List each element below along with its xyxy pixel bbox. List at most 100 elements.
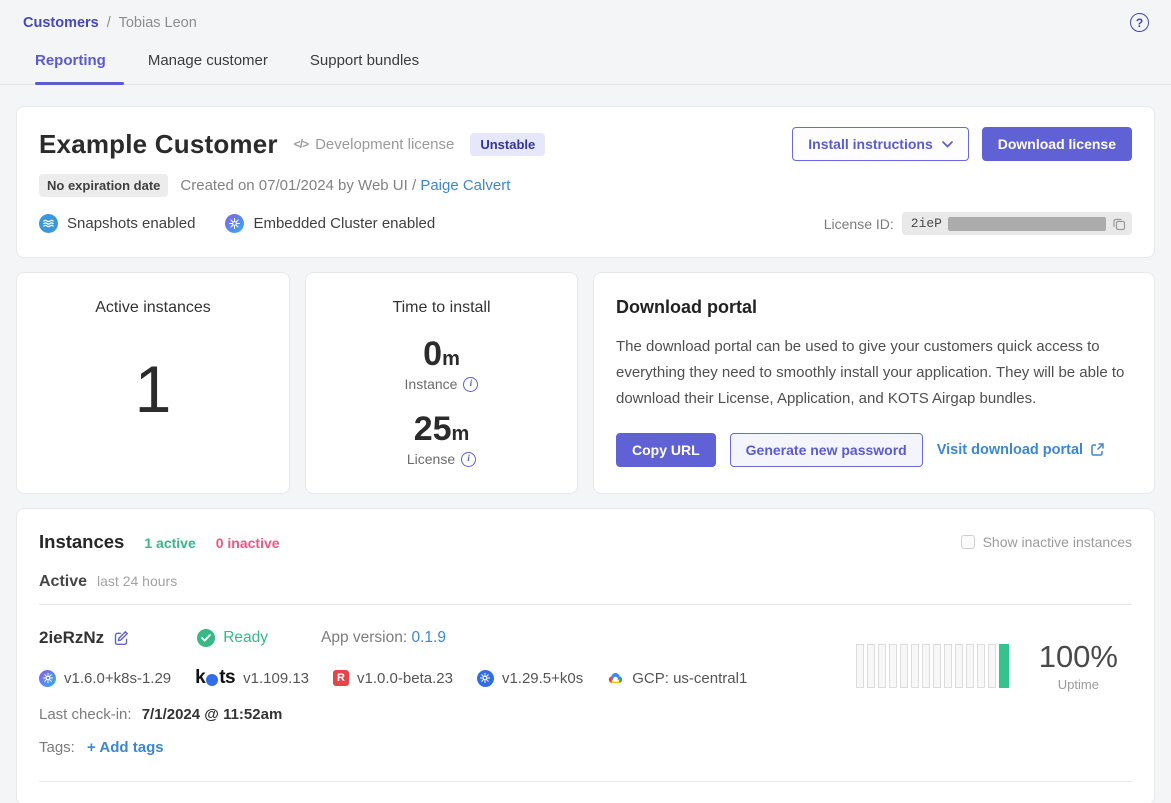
breadcrumb: Customers / Tobias Leon — [23, 15, 197, 31]
app-version-link[interactable]: 0.1.9 — [411, 629, 445, 646]
channel-badge: Unstable — [470, 133, 545, 156]
customer-summary-card: Example Customer </> Development license… — [16, 106, 1155, 258]
cloud-region-label: GCP: us-central1 — [632, 670, 747, 687]
divider — [39, 781, 1132, 782]
instances-card: Instances 1 active 0 inactive Show inact… — [16, 508, 1155, 803]
instance-info-icon[interactable]: i — [463, 377, 478, 392]
tags-row: Tags: + Add tags — [39, 739, 747, 756]
instance-install-time: 0m — [306, 335, 577, 374]
time-to-install-title: Time to install — [306, 299, 577, 317]
last-checkin-label: Last check-in: — [39, 706, 132, 723]
uptime-bar — [867, 644, 875, 688]
uptime-bar — [911, 644, 919, 688]
download-portal-title: Download portal — [616, 297, 1132, 318]
cloud-region: GCP: us-central1 — [607, 670, 747, 687]
uptime-bar — [933, 644, 941, 688]
install-instructions-label: Install instructions — [808, 136, 932, 152]
active-group-label: Active — [39, 573, 87, 591]
download-portal-card: Download portal The download portal can … — [593, 272, 1155, 494]
app-version: App version: 0.1.9 — [321, 629, 446, 647]
kots-version-label: v1.109.13 — [243, 670, 309, 687]
kubernetes-version-label: v1.29.5+k0s — [502, 670, 583, 687]
install-instructions-button[interactable]: Install instructions — [792, 127, 968, 161]
license-id-label: License ID: — [824, 216, 894, 232]
uptime-bar — [889, 644, 897, 688]
breadcrumb-separator: / — [107, 15, 111, 31]
ready-check-icon — [197, 629, 215, 647]
license-type-label: Development license — [315, 136, 454, 153]
edit-instance-icon[interactable] — [113, 630, 129, 646]
kots-logo: kts — [195, 667, 235, 689]
tab-support-bundles[interactable]: Support bundles — [310, 42, 419, 84]
instance-id: 2ieRzNz — [39, 628, 104, 648]
uptime-bar — [988, 644, 996, 688]
embedded-cluster-version: v1.6.0+k8s-1.29 — [39, 670, 171, 687]
uptime-bar — [944, 644, 952, 688]
generate-new-password-button[interactable]: Generate new password — [730, 433, 923, 467]
license-info-icon[interactable]: i — [461, 452, 476, 467]
uptime-bar — [977, 644, 985, 688]
breadcrumb-customers-link[interactable]: Customers — [23, 15, 99, 31]
external-link-icon — [1090, 442, 1105, 457]
active-instances-card: Active instances 1 — [16, 272, 290, 494]
license-id-value: 2ieP — [911, 216, 942, 231]
tab-manage-customer[interactable]: Manage customer — [148, 42, 268, 84]
license-install-label: License — [407, 451, 455, 467]
instance-status: Ready — [197, 629, 268, 647]
active-instances-value: 1 — [17, 351, 289, 427]
created-by-link[interactable]: Paige Calvert — [420, 177, 510, 194]
uptime-value: 100% — [1039, 639, 1118, 675]
active-instances-title: Active instances — [17, 299, 289, 317]
show-inactive-label: Show inactive instances — [983, 534, 1132, 550]
visit-download-portal-link[interactable]: Visit download portal — [937, 442, 1105, 458]
customer-name: Example Customer — [39, 129, 278, 160]
kubernetes-version: v1.29.5+k0s — [477, 670, 583, 687]
chevron-down-icon — [942, 141, 953, 148]
instances-title: Instances — [39, 531, 124, 553]
gcp-icon — [607, 671, 624, 686]
show-inactive-checkbox[interactable] — [961, 535, 975, 549]
uptime-bars — [856, 644, 1009, 688]
app-version-label: App version: — [321, 629, 407, 646]
visit-download-portal-label: Visit download portal — [937, 442, 1083, 458]
tab-reporting[interactable]: Reporting — [35, 42, 106, 84]
feature-embedded-cluster: Embedded Cluster enabled — [225, 214, 435, 233]
code-icon: </> — [294, 137, 308, 151]
inactive-count: 0 inactive — [216, 535, 280, 551]
help-icon[interactable]: ? — [1130, 13, 1149, 32]
top-bar: Customers / Tobias Leon ? — [0, 0, 1171, 38]
replicated-icon: R — [333, 670, 349, 686]
feature-snapshots-label: Snapshots enabled — [67, 215, 195, 232]
embedded-cluster-icon — [225, 214, 244, 233]
download-license-button[interactable]: Download license — [982, 127, 1132, 161]
instance-row: 2ieRzNz Ready App version: 0.1.9 — [39, 605, 1132, 756]
replicated-sdk-version: R v1.0.0-beta.23 — [333, 670, 453, 687]
uptime-bar — [999, 644, 1009, 688]
license-type: </> Development license — [294, 136, 455, 153]
last-checkin-value: 7/1/2024 @ 11:52am — [142, 706, 283, 723]
active-count: 1 active — [144, 535, 195, 551]
uptime-section: 100% Uptime — [856, 605, 1132, 692]
time-to-install-card: Time to install 0m Instance i 25m Licens… — [305, 272, 578, 494]
add-tags-link[interactable]: + Add tags — [87, 739, 164, 756]
feature-snapshots: Snapshots enabled — [39, 214, 195, 233]
license-install-time: 25m — [306, 410, 577, 449]
breadcrumb-current: Tobias Leon — [119, 15, 197, 31]
created-text: Created on 07/01/2024 by Web UI / Paige … — [180, 177, 510, 194]
embedded-cluster-icon — [39, 670, 56, 687]
copy-url-button[interactable]: Copy URL — [616, 433, 716, 467]
uptime-bar — [856, 644, 864, 688]
uptime-bar — [878, 644, 886, 688]
kubernetes-icon — [477, 670, 494, 687]
uptime-label: Uptime — [1039, 677, 1118, 692]
kots-version: kts v1.109.13 — [195, 667, 309, 689]
copy-license-icon[interactable] — [1112, 217, 1126, 231]
tags-label: Tags: — [39, 739, 75, 756]
feature-embedded-cluster-label: Embedded Cluster enabled — [253, 215, 435, 232]
license-id-redacted — [948, 217, 1106, 231]
uptime-bar — [966, 644, 974, 688]
uptime-bar — [955, 644, 963, 688]
snapshots-icon — [39, 214, 58, 233]
instance-status-label: Ready — [223, 629, 268, 647]
tab-bar: Reporting Manage customer Support bundle… — [0, 42, 1171, 85]
